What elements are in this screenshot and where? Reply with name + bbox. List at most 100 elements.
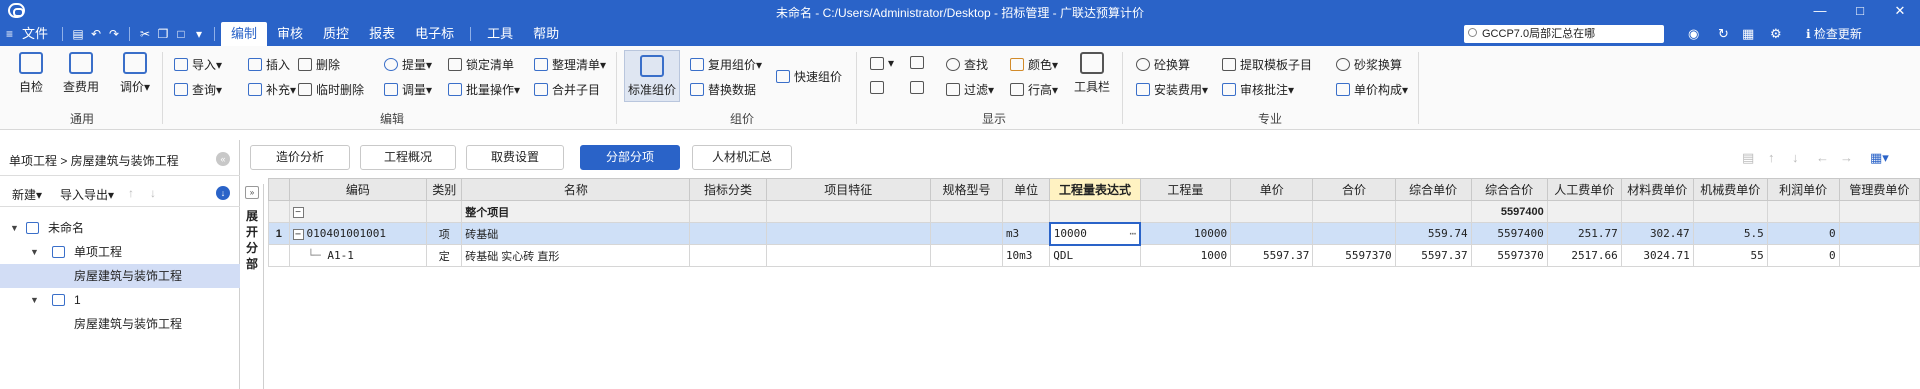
cell-name[interactable]: 砖基础 实心砖 直形 (461, 244, 691, 267)
column-header[interactable]: 材料费单价 (1620, 178, 1694, 201)
more-icon[interactable]: ⋯ (1130, 227, 1137, 240)
cell[interactable] (1230, 222, 1314, 245)
collapse-row-icon[interactable]: − (292, 206, 304, 218)
column-header[interactable]: 管理费单价 (1838, 178, 1920, 201)
merge-sub-button[interactable]: 合并子目 (534, 81, 600, 98)
menu-zhikong[interactable]: 质控 (313, 22, 359, 46)
menu-tools[interactable]: 工具 (477, 22, 523, 46)
organize-list-button[interactable]: 整理清单 ▾ (534, 56, 606, 73)
tree-node-root[interactable]: ▼ 未命名 (0, 216, 240, 240)
column-header[interactable]: 类别 (426, 178, 463, 201)
expand-panel-icon[interactable]: » (245, 186, 259, 199)
cell[interactable]: 0 (1766, 222, 1840, 245)
display-icon-d[interactable] (910, 81, 928, 94)
search-input[interactable]: GCCP7.0局部汇总在哪 (1464, 25, 1664, 43)
cell[interactable] (929, 244, 1003, 267)
arrow-down-icon[interactable]: ↓ (1792, 150, 1799, 165)
arrow-left-icon[interactable]: ← (1816, 150, 1829, 165)
cell-expression[interactable]: QDL (1049, 244, 1141, 267)
move-up-icon[interactable]: ↑ (128, 186, 134, 200)
filter-button[interactable]: 过滤 ▾ (946, 81, 994, 98)
copy-icon[interactable]: ❐ (154, 27, 172, 41)
display-icon-b[interactable] (870, 81, 888, 94)
column-header-expression[interactable]: 工程量表达式 (1049, 178, 1141, 201)
menu-help[interactable]: 帮助 (523, 22, 569, 46)
paste-icon[interactable]: □ (172, 27, 190, 41)
cell-unit[interactable]: 10m3 (1001, 244, 1051, 267)
cell[interactable] (765, 244, 931, 267)
more-icon[interactable]: ▾ (190, 27, 208, 41)
cell[interactable]: 5597400 (1470, 222, 1548, 245)
toolbar-button[interactable]: 工具栏 (1072, 52, 1112, 95)
extract-template-button[interactable]: 提取模板子目 (1222, 56, 1312, 73)
import-export-button[interactable]: 导入导出▾ (60, 186, 114, 203)
price-adjust-button[interactable]: 调价▾ (114, 52, 156, 95)
column-header[interactable]: 综合合价 (1470, 178, 1548, 201)
install-fee-button[interactable]: 安装费用 ▾ (1136, 81, 1208, 98)
mortar-convert-button[interactable]: 砂浆换算 (1336, 56, 1402, 73)
expression-input[interactable]: 10000 ⋯ (1048, 221, 1142, 246)
tree-node-project-1[interactable]: ▼ 1 (0, 288, 240, 312)
cell[interactable] (1838, 244, 1920, 267)
table-row-item[interactable]: 1 −010401001001 项 砖基础 m3 10000 ⋯ 10000 55… (268, 221, 1920, 246)
tree-node-single-project[interactable]: ▼ 单项工程 (0, 240, 240, 264)
fee-check-button[interactable]: 查费用 (60, 52, 102, 95)
column-header[interactable]: 利润单价 (1766, 178, 1840, 201)
cell[interactable]: 5597370 (1312, 244, 1396, 267)
cell[interactable] (1838, 222, 1920, 245)
cell[interactable] (765, 222, 931, 245)
arrow-up-icon[interactable]: ↑ (1768, 150, 1775, 165)
standard-pricing-button[interactable]: 标准组价 (624, 50, 680, 102)
cell[interactable]: 0 (1766, 244, 1840, 267)
temp-delete-button[interactable]: 临时删除 (298, 81, 364, 98)
caret-down-icon[interactable]: ▼ (10, 216, 19, 240)
extract-qty-button[interactable]: 提量 ▾ (384, 56, 432, 73)
cut-icon[interactable]: ✂ (136, 27, 154, 41)
adjust-qty-button[interactable]: 调量 ▾ (384, 81, 432, 98)
column-header[interactable]: 编码 (288, 178, 428, 201)
cell[interactable] (1312, 222, 1396, 245)
tab-fee-settings[interactable]: 取费设置 (466, 145, 564, 170)
column-header[interactable]: 项目特征 (765, 178, 931, 201)
check-update-button[interactable]: ℹ 检查更新 (1806, 25, 1862, 43)
column-header[interactable]: 指标分类 (689, 178, 767, 201)
file-menu-icon[interactable]: ≡ (6, 27, 20, 41)
cell-code[interactable]: └─ A1-1 (288, 244, 428, 267)
table-row-whole-project[interactable]: − 整个项目 5597400 (268, 200, 1920, 223)
tab-labor-material[interactable]: 人材机汇总 (692, 145, 792, 170)
cell[interactable]: 3024.71 (1620, 244, 1694, 267)
column-header[interactable]: 名称 (461, 178, 691, 201)
caret-down-icon[interactable]: ▼ (30, 288, 39, 312)
review-annot-button[interactable]: 审核批注 ▾ (1222, 81, 1294, 98)
cell[interactable]: 5597370 (1470, 244, 1548, 267)
column-header[interactable]: 综合单价 (1394, 178, 1472, 201)
cell[interactable]: 5597.37 (1230, 244, 1314, 267)
tab-overview[interactable]: 工程概况 (360, 145, 456, 170)
unit-compose-button[interactable]: 单价构成 ▾ (1336, 81, 1408, 98)
close-icon[interactable]: ✕ (1880, 0, 1920, 22)
cell[interactable]: 2517.66 (1546, 244, 1622, 267)
cell-type[interactable]: 项 (426, 222, 463, 245)
cell-type[interactable]: 定 (426, 244, 463, 267)
column-header[interactable] (268, 178, 290, 201)
import-button[interactable]: 导入 ▾ (174, 56, 222, 73)
grid-menu-icon[interactable]: ▦ (1742, 25, 1754, 43)
self-check-button[interactable]: 自检 (14, 52, 48, 95)
cell-unit[interactable]: m3 (1001, 222, 1051, 245)
display-icon-a[interactable]: ▾ (870, 56, 894, 70)
undo-icon[interactable]: ↶ (87, 27, 105, 41)
collapse-icon[interactable]: « (216, 152, 230, 166)
menu-file[interactable]: 文件 (20, 22, 56, 46)
arrow-right-icon[interactable]: → (1840, 150, 1853, 165)
delete-button[interactable]: 删除 (298, 56, 340, 73)
column-header[interactable]: 机械费单价 (1692, 178, 1768, 201)
cell[interactable]: 302.47 (1620, 222, 1694, 245)
collapse-row-icon[interactable]: − (292, 229, 304, 240)
cell-code[interactable]: −010401001001 (288, 222, 428, 245)
menu-bianzhi[interactable]: 编制 (221, 22, 268, 46)
reuse-pricing-button[interactable]: 复用组价 ▾ (690, 56, 762, 73)
cell[interactable]: 5.5 (1692, 222, 1768, 245)
menu-baobiao[interactable]: 报表 (359, 22, 405, 46)
query-button[interactable]: 查询 ▾ (174, 81, 222, 98)
column-header[interactable]: 人工费单价 (1546, 178, 1622, 201)
